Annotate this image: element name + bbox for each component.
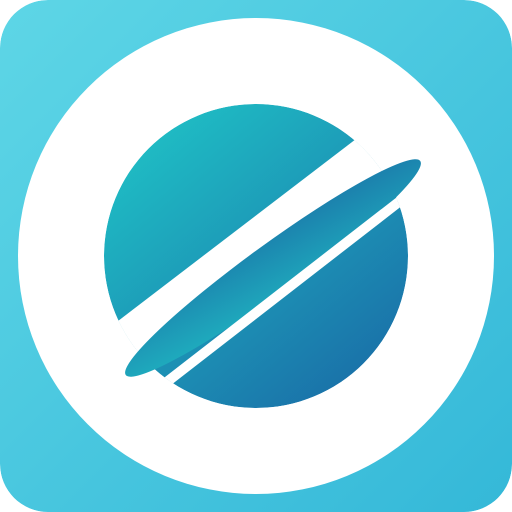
app-icon-tile[interactable]	[0, 0, 512, 512]
planet-app-icon	[0, 0, 512, 512]
